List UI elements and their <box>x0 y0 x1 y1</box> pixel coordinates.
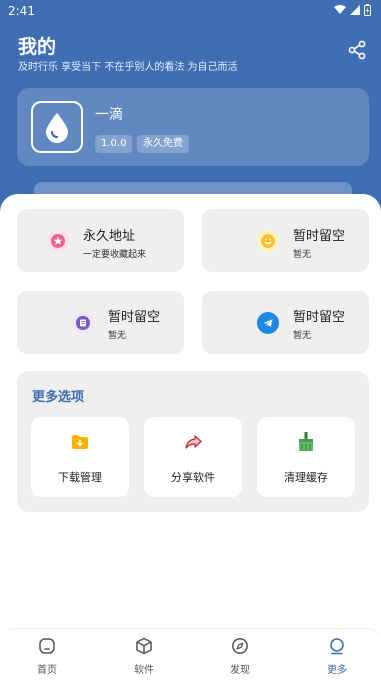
license-badge: 永久免费 <box>137 135 189 153</box>
grid-card-permanent-address[interactable]: 永久地址 一定要收藏起来 <box>17 209 184 272</box>
broom-icon <box>296 432 316 452</box>
box-icon <box>136 637 152 655</box>
nav-label: 首页 <box>37 665 57 676</box>
nav-item-software[interactable]: 软件 <box>114 637 174 676</box>
grid-card-title: 暂时留空 <box>293 229 346 244</box>
clear-cache-button[interactable]: 清理缓存 <box>257 417 355 497</box>
profile-card[interactable]: 一滴 1.0.0 永久免费 <box>17 88 369 166</box>
grid-card-title: 暂时留空 <box>293 310 346 325</box>
page-title: 我的 <box>18 36 57 58</box>
telegram-icon <box>257 312 279 334</box>
grid-card-subtitle: 暂无 <box>293 331 312 341</box>
grid-card-subtitle: 一定要收藏起来 <box>83 250 147 260</box>
nav-label: 软件 <box>134 665 154 676</box>
more-options-section: 更多选项 下载管理 分享软件 清理缓存 <box>17 371 369 512</box>
signal-icon <box>350 5 360 15</box>
document-icon <box>72 312 94 334</box>
grid-card-placeholder-2[interactable]: 暂时留空 暂无 <box>17 291 184 354</box>
bottom-navigation: 首页 软件 发现 更多 <box>0 628 381 684</box>
smile-icon <box>257 230 279 252</box>
download-manager-button[interactable]: 下载管理 <box>31 417 129 497</box>
nav-label: 更多 <box>327 665 347 676</box>
nav-item-discover[interactable]: 发现 <box>210 637 270 676</box>
grid-card-subtitle: 暂无 <box>293 250 312 260</box>
water-drop-icon <box>46 113 68 143</box>
grid-card-placeholder-3[interactable]: 暂时留空 暂无 <box>202 291 369 354</box>
status-bar: 2:41 <box>0 0 381 22</box>
clear-cache-label: 清理缓存 <box>284 471 328 484</box>
more-options-title: 更多选项 <box>32 390 85 405</box>
wifi-icon <box>334 5 346 14</box>
grid-card-placeholder-1[interactable]: 暂时留空 暂无 <box>202 209 369 272</box>
share-arrow-icon <box>183 432 203 452</box>
battery-icon <box>364 4 371 16</box>
download-manager-label: 下载管理 <box>58 471 102 484</box>
version-badge: 1.0.0 <box>95 135 133 153</box>
nav-item-home[interactable]: 首页 <box>17 637 77 676</box>
app-name: 一滴 <box>95 107 123 123</box>
status-time: 2:41 <box>8 4 35 18</box>
star-icon <box>47 230 69 252</box>
nav-item-more[interactable]: 更多 <box>307 637 367 676</box>
home-icon <box>39 638 55 654</box>
nav-label: 发现 <box>230 665 250 676</box>
page-subtitle: 及时行乐 享受当下 不在乎别人的看法 为自己而活 <box>18 62 238 73</box>
status-icons <box>334 4 371 16</box>
grid-card-title: 暂时留空 <box>108 310 161 325</box>
share-icon[interactable] <box>347 40 367 60</box>
app-logo <box>31 101 83 153</box>
compass-icon <box>232 638 248 654</box>
download-folder-icon <box>70 432 90 452</box>
grid-card-title: 永久地址 <box>83 229 136 244</box>
share-app-button[interactable]: 分享软件 <box>144 417 242 497</box>
share-app-label: 分享软件 <box>171 471 215 484</box>
grid-card-subtitle: 暂无 <box>108 331 127 341</box>
profile-icon <box>330 638 344 655</box>
